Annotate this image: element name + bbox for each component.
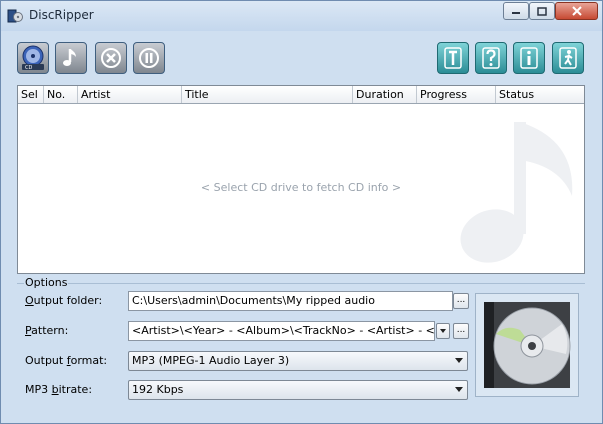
options-group: Options Output folder: C:\Users\admin\Do…: [17, 276, 587, 411]
svg-text:CD: CD: [25, 65, 32, 71]
help-icon: [482, 47, 500, 69]
track-list[interactable]: Sel No. Artist Title Duration Progress S…: [17, 85, 585, 274]
caption-buttons: [503, 2, 598, 22]
app-window: DiscRipper CD Sel No. Artist Title Durat…: [0, 0, 603, 424]
edit-pattern-button[interactable]: ...: [453, 323, 469, 339]
about-button[interactable]: [513, 42, 545, 74]
music-note-watermark-icon: [460, 122, 573, 263]
track-list-header: Sel No. Artist Title Duration Progress S…: [18, 86, 584, 104]
column-header-duration[interactable]: Duration: [353, 86, 417, 103]
pattern-label: Pattern:: [25, 324, 69, 337]
select-cd-drive-button[interactable]: CD: [17, 42, 49, 74]
chevron-down-icon: [455, 358, 463, 363]
column-header-title[interactable]: Title: [182, 86, 353, 103]
pattern-field[interactable]: <Artist>\<Year> - <Album>\<TrackNo> - <A…: [128, 321, 435, 341]
output-folder-field[interactable]: C:\Users\admin\Documents\My ripped audio: [128, 291, 453, 311]
rip-button[interactable]: [55, 42, 87, 74]
music-note-icon: [63, 49, 76, 66]
cd-disc-icon: [484, 302, 571, 388]
column-header-sel[interactable]: Sel: [18, 86, 44, 103]
chevron-down-icon: [455, 387, 463, 392]
help-button[interactable]: [475, 42, 507, 74]
empty-list-message: < Select CD drive to fetch CD info >: [200, 181, 402, 194]
output-format-label: Output format:: [25, 354, 108, 367]
edit-tags-button[interactable]: [437, 42, 469, 74]
options-divider: [17, 283, 585, 284]
minimize-button[interactable]: [503, 2, 529, 20]
close-button[interactable]: [555, 2, 598, 20]
output-folder-label: Output folder:: [25, 294, 103, 307]
stop-button[interactable]: [95, 42, 127, 74]
maximize-button[interactable]: [529, 2, 555, 20]
pause-button[interactable]: [133, 42, 165, 74]
mp3-bitrate-value: 192 Kbps: [132, 383, 184, 396]
close-icon: [571, 6, 582, 16]
browse-output-folder-button[interactable]: ...: [453, 293, 469, 309]
mp3-bitrate-select[interactable]: 192 Kbps: [128, 380, 468, 400]
stop-icon: [101, 48, 121, 68]
info-icon: [520, 47, 538, 69]
output-format-value: MP3 (MPEG-1 Audio Layer 3): [132, 354, 290, 367]
output-format-select[interactable]: MP3 (MPEG-1 Audio Layer 3): [128, 351, 468, 371]
mp3-bitrate-label: MP3 bitrate:: [25, 383, 93, 396]
tag-icon: [444, 47, 462, 69]
toolbar: CD: [13, 39, 591, 79]
exit-button[interactable]: [552, 42, 584, 74]
cd-artwork: [475, 293, 579, 397]
column-header-progress[interactable]: Progress: [417, 86, 496, 103]
maximize-icon: [537, 6, 547, 16]
app-icon: [7, 9, 23, 23]
title-bar[interactable]: DiscRipper: [1, 1, 602, 31]
pause-icon: [139, 48, 159, 68]
exit-icon: [559, 47, 577, 69]
window-title: DiscRipper: [29, 8, 94, 22]
pattern-dropdown-button[interactable]: [436, 323, 450, 339]
column-header-artist[interactable]: Artist: [78, 86, 182, 103]
cd-drive-icon: CD: [22, 45, 44, 71]
options-group-label: Options: [24, 276, 69, 289]
column-header-status[interactable]: Status: [496, 86, 584, 103]
minimize-icon: [512, 12, 520, 14]
column-header-no[interactable]: No.: [44, 86, 78, 103]
